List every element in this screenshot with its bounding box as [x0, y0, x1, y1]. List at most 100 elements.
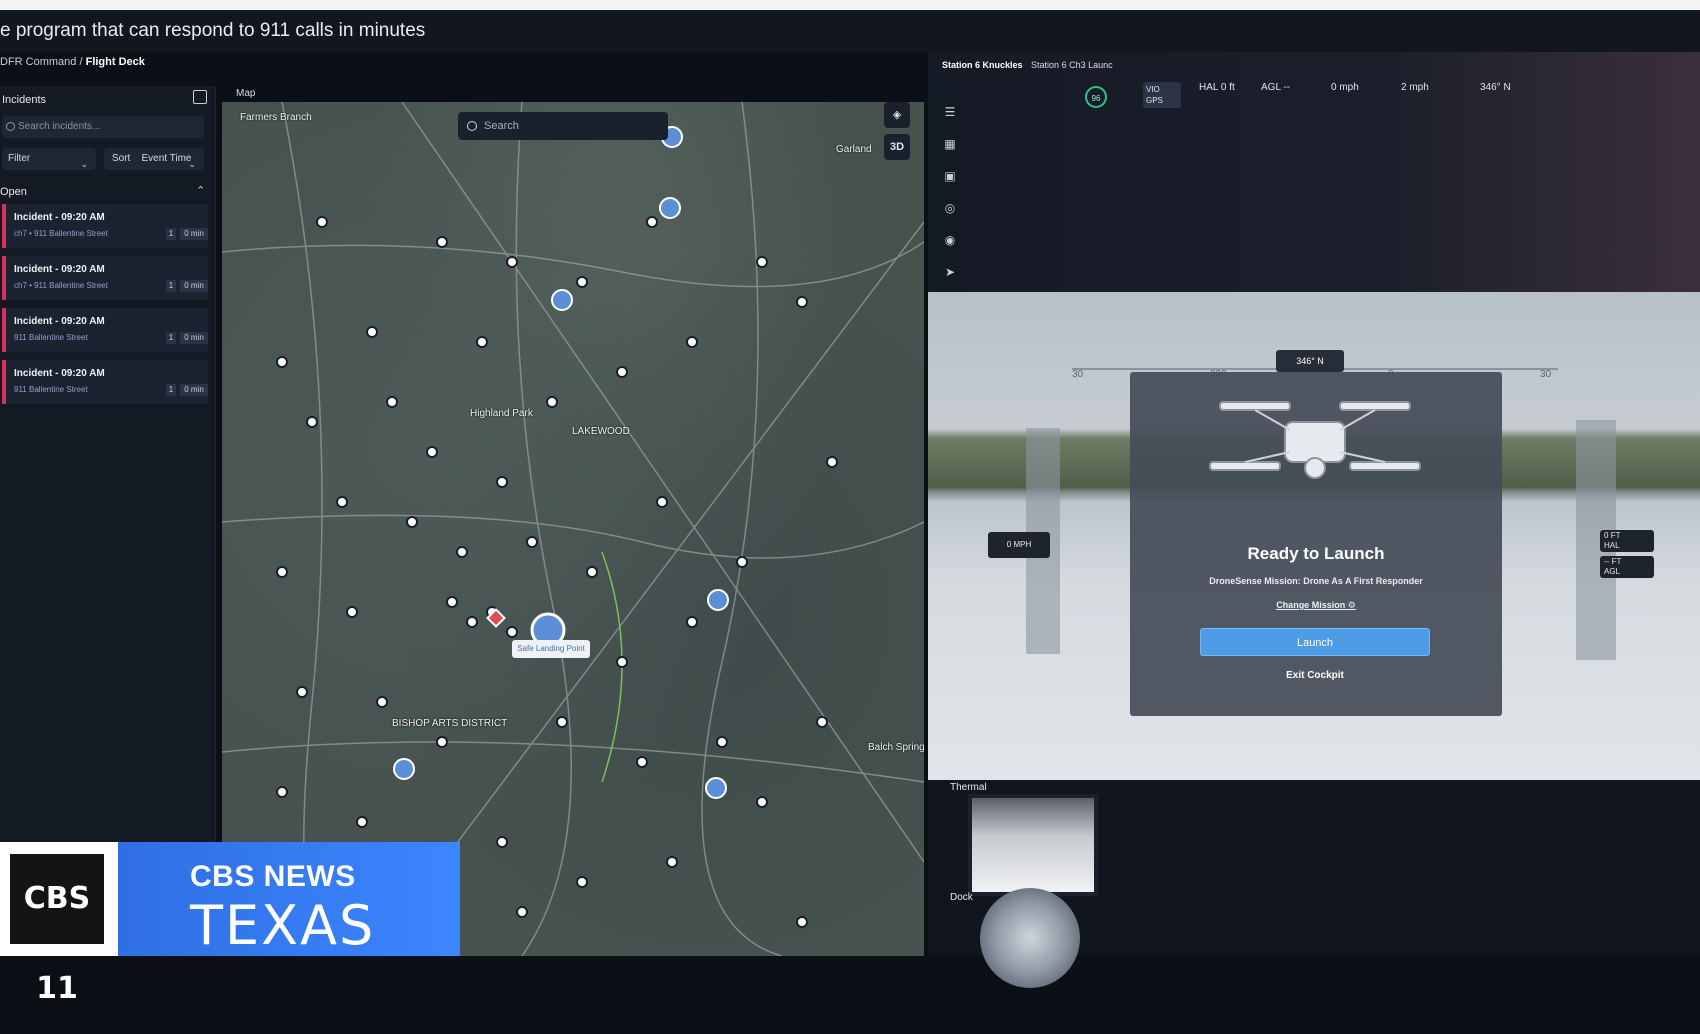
chevron-down-icon: ⌄: [188, 159, 196, 169]
incident-count-badge: 1: [166, 384, 176, 396]
location-pin-icon[interactable]: ◉: [942, 232, 958, 248]
agl-unit-top: FT: [1611, 557, 1622, 566]
hal-value: 0: [1604, 531, 1609, 540]
incident-search-input[interactable]: Search incidents...: [2, 116, 204, 138]
map-place-label: Highland Park: [470, 408, 533, 419]
chevron-up-icon[interactable]: ⌃: [196, 184, 205, 197]
incident-time-badge: 0 min: [180, 228, 208, 240]
dock-label: Dock: [950, 892, 973, 903]
launch-button[interactable]: Launch: [1200, 628, 1430, 656]
drone-illustration: [1209, 401, 1421, 479]
vio-gps-status: VIO GPS: [1143, 82, 1181, 108]
breadcrumb-parent[interactable]: DFR Command: [0, 56, 76, 68]
incident-title: Incident - 09:20 AM: [14, 368, 105, 379]
cbs11-logo-mark: CBS 11: [10, 854, 104, 1006]
chevron-down-icon: ⌄: [80, 159, 88, 169]
incident-list-item[interactable]: Incident - 09:20 AM ch7 • 911 Ballentine…: [2, 256, 208, 300]
gear-icon: ⚙: [1347, 600, 1356, 610]
breadcrumb: DFR Command / Flight Deck: [0, 56, 145, 68]
filter-dropdown[interactable]: Filter ⌄: [2, 148, 96, 170]
telemetry-agl: AGL --: [1261, 82, 1291, 93]
map-place-label: Garland: [836, 144, 872, 155]
station-tab[interactable]: Station 6 Ch3 Launc: [1031, 60, 1113, 70]
mission-description: DroneSense Mission: Drone As A First Res…: [1209, 576, 1423, 586]
change-mission-link[interactable]: Change Mission ⚙: [1130, 600, 1502, 611]
incident-list-item[interactable]: Incident - 09:20 AM 911 Ballentine Stree…: [2, 308, 208, 352]
cbs-news-wordmark: CBS NEWS: [190, 860, 356, 893]
launch-dialog: Ready to Launch DroneSense Mission: Dron…: [1130, 372, 1502, 716]
breadcrumb-current: Flight Deck: [85, 56, 145, 68]
agl-readout: -- FT AGL: [1600, 556, 1654, 578]
search-icon: [467, 121, 477, 131]
gimbal-icon[interactable]: ◎: [942, 200, 958, 216]
open-section-header[interactable]: Open: [0, 186, 210, 198]
map-roads-and-markers: [222, 102, 924, 956]
agl-value: --: [1604, 557, 1610, 566]
sort-value: Event Time: [141, 153, 192, 164]
vio-label: VIO: [1146, 85, 1160, 94]
safe-landing-label[interactable]: Safe Landing Point: [512, 640, 590, 658]
incidents-panel: Incidents Search incidents... Filter ⌄ S…: [0, 86, 216, 846]
grid-icon[interactable]: ▦: [942, 136, 958, 152]
telemetry-heading: 346° N: [1480, 82, 1511, 93]
incident-count-badge: 1: [166, 280, 176, 292]
cbs-news-texas-banner: CBS NEWS TEXAS: [118, 842, 460, 957]
incident-title: Incident - 09:20 AM: [14, 316, 105, 327]
map-search-placeholder: Search: [484, 120, 519, 132]
map-3d-button[interactable]: 3D: [884, 134, 910, 160]
map-place-label: Farmers Branch: [240, 112, 312, 123]
incident-title: Incident - 09:20 AM: [14, 212, 105, 223]
camera-icon[interactable]: ▣: [942, 168, 958, 184]
pointer-icon[interactable]: ➤: [942, 264, 958, 280]
thermal-label: Thermal: [950, 782, 987, 793]
station-tab-active[interactable]: Station 6 Knuckles: [942, 60, 1023, 70]
exit-cockpit-button[interactable]: Exit Cockpit: [1200, 664, 1430, 688]
ready-to-launch-title: Ready to Launch: [1247, 544, 1385, 563]
breadcrumb-separator: /: [79, 56, 83, 68]
gps-label: GPS: [1146, 96, 1163, 105]
filter-label: Filter: [8, 153, 31, 164]
broadcast-headline-bar: e program that can respond to 911 calls …: [0, 0, 1700, 52]
incident-list-item[interactable]: Incident - 09:20 AM ch7 • 911 Ballentine…: [2, 204, 208, 248]
incident-count-badge: 1: [166, 228, 176, 240]
cbs-texas-wordmark: TEXAS: [190, 894, 376, 957]
hal-unit-top: FT: [1610, 531, 1621, 540]
sliders-icon[interactable]: ☰: [942, 104, 958, 120]
map-place-label: BISHOP ARTS DISTRICT: [392, 718, 508, 729]
telemetry-wind: 2 mph: [1401, 82, 1429, 93]
map-place-label: Balch Springs: [868, 742, 924, 753]
panel-toggle-icon[interactable]: [193, 90, 207, 104]
incident-subtitle: ch7 • 911 Ballentine Street: [14, 229, 108, 238]
incident-list-item[interactable]: Incident - 09:20 AM 911 Ballentine Stree…: [2, 360, 208, 404]
incident-count-badge: 1: [166, 332, 176, 344]
incidents-title: Incidents: [2, 94, 47, 106]
cbs11-logo: CBS 11: [0, 842, 118, 1006]
map-view[interactable]: Search ◈ 3D Farmers Branch Garland Highl…: [222, 102, 924, 956]
map-place-label: LAKEWOOD: [572, 426, 630, 437]
heading-tape-label: 30: [1072, 369, 1084, 380]
layers-icon[interactable]: ◈: [884, 102, 910, 128]
map-title: Map: [236, 88, 256, 99]
incident-time-badge: 0 min: [180, 280, 208, 292]
change-mission-label: Change Mission: [1276, 600, 1346, 610]
telemetry-hal: HAL 0 ft: [1199, 82, 1235, 93]
speed-readout: 0 MPH: [988, 532, 1050, 558]
incident-time-badge: 0 min: [180, 332, 208, 344]
sort-label: Sort: [112, 153, 131, 164]
incident-time-badge: 0 min: [180, 384, 208, 396]
incident-subtitle: 911 Ballentine Street: [14, 385, 88, 394]
drone-header: Station 6 Knuckles Station 6 Ch3 Launc 9…: [928, 52, 1700, 292]
sort-dropdown[interactable]: Sort Event Time ⌄: [104, 148, 204, 170]
battery-badge: 96: [1085, 86, 1107, 108]
camera-thumbnails: Thermal Dock: [928, 780, 1700, 988]
thermal-camera-thumbnail[interactable]: [968, 794, 1098, 896]
dock-camera-thumbnail[interactable]: [980, 888, 1080, 988]
incident-subtitle: 911 Ballentine Street: [14, 333, 88, 342]
incident-title: Incident - 09:20 AM: [14, 264, 105, 275]
telemetry-speed: 0 mph: [1331, 82, 1359, 93]
agl-unit-bottom: AGL: [1604, 567, 1621, 576]
station-tabs: Station 6 Knuckles Station 6 Ch3 Launc: [942, 60, 1113, 70]
incident-search-placeholder: Search incidents...: [18, 121, 101, 132]
map-search-input[interactable]: Search: [458, 112, 668, 140]
incident-subtitle: ch7 • 911 Ballentine Street: [14, 281, 108, 290]
